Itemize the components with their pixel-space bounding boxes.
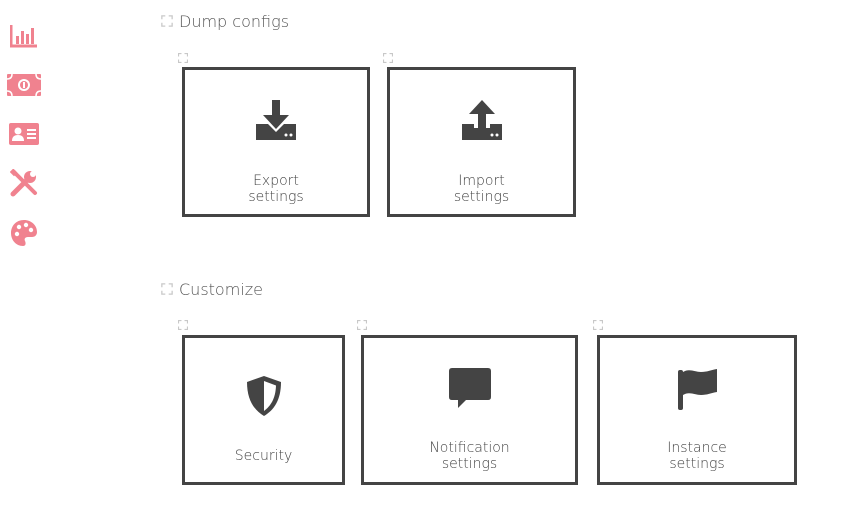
tools-icon: [10, 169, 37, 197]
import-settings-tile[interactable]: Import settings: [387, 67, 576, 217]
notification-settings-tile[interactable]: Notification settings: [361, 335, 578, 485]
section-title-text: Customize: [179, 279, 263, 299]
palette-icon: [11, 220, 37, 246]
section-title-customize: Customize: [161, 279, 263, 299]
tile-label: Security: [234, 448, 293, 464]
upload-icon: [461, 100, 502, 140]
tile-label: Export settings: [248, 173, 304, 205]
export-settings-tile[interactable]: Export settings: [182, 67, 370, 217]
sidebar-item-stats[interactable]: [6, 21, 42, 51]
bar-chart-icon: [10, 25, 37, 48]
instance-settings-tile[interactable]: Instance settings: [597, 335, 797, 485]
section-title-dump-configs: Dump configs: [161, 11, 289, 31]
expand-icon: [161, 283, 173, 295]
tile-label: Import settings: [453, 173, 510, 205]
security-tile[interactable]: Security: [182, 335, 345, 485]
expand-icon: [383, 53, 393, 63]
shield-icon: [246, 376, 281, 416]
section-title-text: Dump configs: [179, 11, 290, 31]
sidebar-item-billing[interactable]: [6, 70, 42, 100]
tile-label: Instance settings: [667, 440, 727, 472]
expand-icon: [161, 15, 173, 27]
download-icon: [256, 100, 296, 140]
id-card-icon: [9, 123, 39, 145]
money-bill-icon: [7, 74, 41, 96]
sidebar-item-profile[interactable]: [6, 119, 42, 149]
sidebar-item-tools[interactable]: [6, 168, 42, 198]
expand-icon: [593, 320, 603, 330]
flag-icon: [678, 369, 717, 410]
page: Dump configs Export settings Import sett…: [0, 0, 845, 509]
tile-label: Notification settings: [429, 440, 510, 472]
comment-icon: [448, 368, 491, 408]
expand-icon: [178, 53, 188, 63]
expand-icon: [178, 320, 188, 330]
expand-icon: [357, 320, 367, 330]
sidebar-item-theme[interactable]: [6, 218, 42, 248]
